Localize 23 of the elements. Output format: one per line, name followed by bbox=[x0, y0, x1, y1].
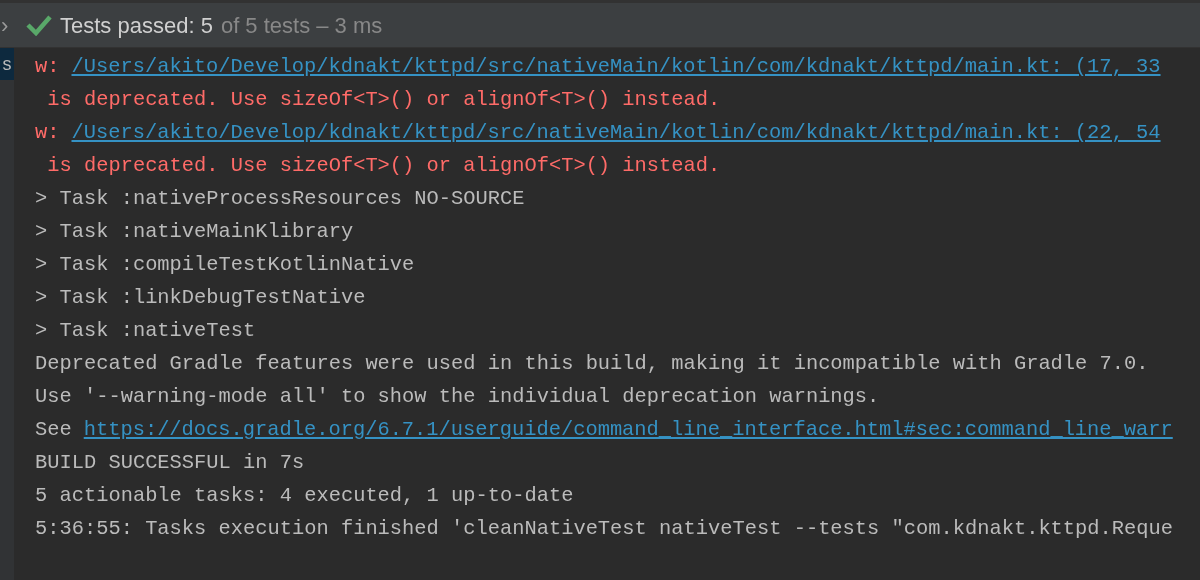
warning-prefix: w: bbox=[35, 54, 60, 81]
console-line: > Task :nativeTest bbox=[35, 318, 256, 345]
console-line: Use '--warning-mode all' to show the individual deprecation warnings. bbox=[35, 384, 880, 411]
docs-link[interactable]: https://docs.gradle.org/6.7.1/userguide/command_line_interface.html#sec:command_line_warr bbox=[83, 415, 1173, 446]
warning-prefix: w: bbox=[35, 120, 60, 147]
file-link[interactable]: /Users/akito/Develop/kdnakt/kttpd/src/nativeMain/kotlin/com/kdnakt/kttpd/main.kt: (22, 54 bbox=[71, 118, 1161, 149]
console-line: 5 actionable tasks: 4 executed, 1 up-to-date bbox=[35, 483, 574, 510]
check-icon bbox=[26, 14, 52, 36]
console-line: 5:36:55: Tasks execution finished 'cleanNativeTest nativeTest --tests "com.kdnakt.kttpd.Reque bbox=[35, 516, 1173, 543]
console-line: > Task :nativeMainKlibrary bbox=[35, 219, 354, 246]
console-line: See bbox=[35, 417, 72, 444]
warning-message: is deprecated. Use sizeOf<T>() or alignOf<T>() instead. bbox=[46, 153, 721, 180]
chevron-icon[interactable]: › bbox=[0, 8, 10, 42]
gutter-tab[interactable]: s bbox=[0, 48, 14, 80]
console-line: BUILD SUCCESSFUL in 7s bbox=[35, 450, 305, 477]
file-link[interactable]: /Users/akito/Develop/kdnakt/kttpd/src/nativeMain/kotlin/com/kdnakt/kttpd/main.kt: (17, 33 bbox=[71, 52, 1161, 83]
console-line: > Task :linkDebugTestNative bbox=[35, 285, 366, 312]
console-line: Deprecated Gradle features were used in this build, making it incompatible with Gradle 7.0. bbox=[35, 351, 1149, 378]
test-summary: of 5 tests – 3 ms bbox=[220, 11, 383, 40]
warning-message: is deprecated. Use sizeOf<T>() or alignOf<T>() instead. bbox=[46, 87, 721, 114]
test-status: Tests passed: 5 bbox=[60, 11, 213, 40]
console-line: > Task :nativeProcessResources NO-SOURCE bbox=[35, 186, 525, 213]
console-line: > Task :compileTestKotlinNative bbox=[35, 252, 415, 279]
